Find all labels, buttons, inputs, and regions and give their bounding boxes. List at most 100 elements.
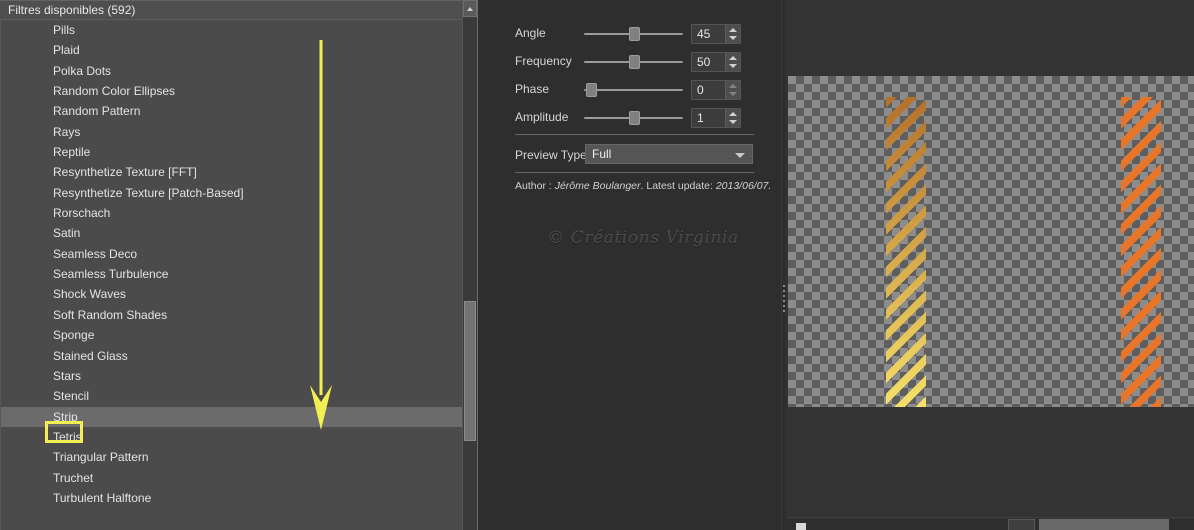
filter-list-panel: Filtres disponibles (592) Pills Plaid Polk… [0, 0, 478, 530]
triangle-up-icon [467, 7, 473, 11]
param-label: Frequency [515, 54, 572, 68]
param-spinbox[interactable]: 50 [691, 52, 741, 72]
list-item[interactable]: Plaid [1, 40, 463, 60]
triangle-up-icon[interactable] [729, 112, 737, 116]
list-item-label: Random Color Ellipses [53, 84, 176, 99]
spinbox-buttons[interactable] [725, 25, 740, 43]
filter-list[interactable]: Pills Plaid Polka Dots Random Color Ellipse… [0, 20, 463, 530]
list-item[interactable]: Strip [1, 406, 463, 427]
preview-canvas[interactable] [788, 76, 1194, 407]
list-item[interactable]: Seamless Deco [1, 244, 463, 264]
list-item-label: Resynthetize Texture [FFT] [53, 165, 197, 180]
list-item[interactable]: Rorschach [1, 203, 463, 223]
spinbox-buttons[interactable] [725, 109, 740, 127]
list-item-label: Stars [53, 368, 82, 383]
list-item[interactable]: Resynthetize Texture [FFT] [1, 162, 463, 182]
list-item[interactable]: Seamless Turbulence [1, 264, 463, 284]
param-row: Angle 45 [479, 22, 784, 46]
list-item-label: Satin [53, 226, 81, 241]
list-item[interactable]: Sponge [1, 325, 463, 345]
footer-button[interactable] [1008, 519, 1035, 530]
list-item[interactable]: Random Color Ellipses [1, 81, 463, 101]
param-slider[interactable] [584, 22, 683, 46]
preview-panel [786, 0, 1194, 530]
triangle-down-icon[interactable] [729, 92, 737, 96]
filter-list-header: Filtres disponibles (592) [0, 0, 463, 20]
splitter-grip-icon [783, 285, 785, 315]
list-item[interactable]: Stars [1, 366, 463, 386]
preview-type-select[interactable]: Full [585, 144, 753, 164]
list-item[interactable]: Reptile [1, 142, 463, 162]
author-prefix: Author : [515, 180, 555, 192]
slider-handle[interactable] [629, 27, 641, 41]
list-item-label: Triangular Pattern [53, 450, 149, 465]
chevron-down-icon [735, 153, 745, 158]
separator-bottom [515, 172, 754, 173]
list-item-label: Strip [53, 409, 78, 424]
filter-browser-window: Filtres disponibles (592) Pills Plaid Polk… [0, 0, 1194, 530]
triangle-up-icon[interactable] [729, 28, 737, 32]
triangle-down-icon[interactable] [729, 120, 737, 124]
triangle-down-icon[interactable] [729, 64, 737, 68]
list-item-label: Soft Random Shades [53, 307, 168, 322]
list-item-label: Truchet [53, 470, 94, 485]
footer-progress [1039, 519, 1169, 530]
scrollbar-track[interactable] [463, 18, 477, 530]
param-label: Phase [515, 82, 550, 96]
spinbox-buttons[interactable] [725, 53, 740, 71]
list-item[interactable]: Pills [1, 20, 463, 40]
triangle-up-icon[interactable] [729, 56, 737, 60]
param-spinbox[interactable]: 45 [691, 24, 741, 44]
list-item[interactable]: Stencil [1, 386, 463, 406]
list-item-label: Reptile [53, 145, 91, 160]
list-item[interactable]: Resynthetize Texture [Patch-Based] [1, 183, 463, 203]
param-row: Amplitude 1 [479, 106, 784, 130]
footer-checkbox[interactable] [796, 523, 806, 530]
list-item-label: Tetris [53, 429, 82, 444]
list-item[interactable]: Rays [1, 122, 463, 142]
list-item[interactable]: Truchet [1, 468, 463, 488]
triangle-down-icon[interactable] [729, 36, 737, 40]
param-spinbox[interactable]: 1 [691, 108, 741, 128]
param-slider[interactable] [584, 106, 683, 130]
separator-top [515, 134, 754, 135]
scrollbar-thumb[interactable] [464, 301, 476, 441]
list-item[interactable]: Random Pattern [1, 101, 463, 121]
list-item[interactable]: Triangular Pattern [1, 447, 463, 467]
list-item-label: Shock Waves [53, 287, 126, 302]
watermark: © Créations Virginia [547, 228, 739, 248]
list-item[interactable]: Polka Dots [1, 61, 463, 81]
param-row: Frequency 50 [479, 50, 784, 74]
preview-strip-right [1121, 97, 1161, 407]
spinbox-buttons[interactable] [725, 81, 740, 99]
list-item[interactable]: Tetris [1, 427, 463, 447]
list-item-label: Seamless Turbulence [53, 267, 169, 282]
slider-groove [584, 89, 683, 91]
list-item[interactable]: Shock Waves [1, 284, 463, 304]
spinbox-value: 45 [697, 27, 711, 41]
list-item[interactable]: Satin [1, 223, 463, 243]
slider-handle[interactable] [585, 83, 597, 97]
triangle-up-icon[interactable] [729, 84, 737, 88]
preview-empty-area [788, 407, 1194, 518]
preview-type-value: Full [592, 147, 612, 161]
filter-list-scrollbar[interactable] [462, 0, 477, 530]
param-slider[interactable] [584, 50, 683, 74]
spinbox-value: 0 [697, 83, 704, 97]
param-spinbox[interactable]: 0 [691, 80, 741, 100]
author-name: Jérôme Boulanger [554, 180, 641, 192]
list-item-label: Seamless Deco [53, 246, 138, 261]
param-label: Amplitude [515, 110, 569, 124]
author-separator: . Latest update: [640, 180, 716, 192]
scroll-up-button[interactable] [463, 0, 477, 17]
slider-handle[interactable] [629, 111, 641, 125]
list-item-label: Sponge [53, 328, 95, 343]
list-item-label: Rays [53, 124, 81, 139]
slider-handle[interactable] [629, 55, 641, 69]
list-item[interactable]: Stained Glass [1, 346, 463, 366]
list-item[interactable]: Turbulent Halftone [1, 488, 463, 508]
list-item[interactable]: Soft Random Shades [1, 305, 463, 325]
parameters-panel: Angle 45 Frequency 50 Phase 0 Amplitude 1 Previ… [479, 0, 784, 530]
param-row: Phase 0 [479, 78, 784, 102]
param-slider[interactable] [584, 78, 683, 102]
